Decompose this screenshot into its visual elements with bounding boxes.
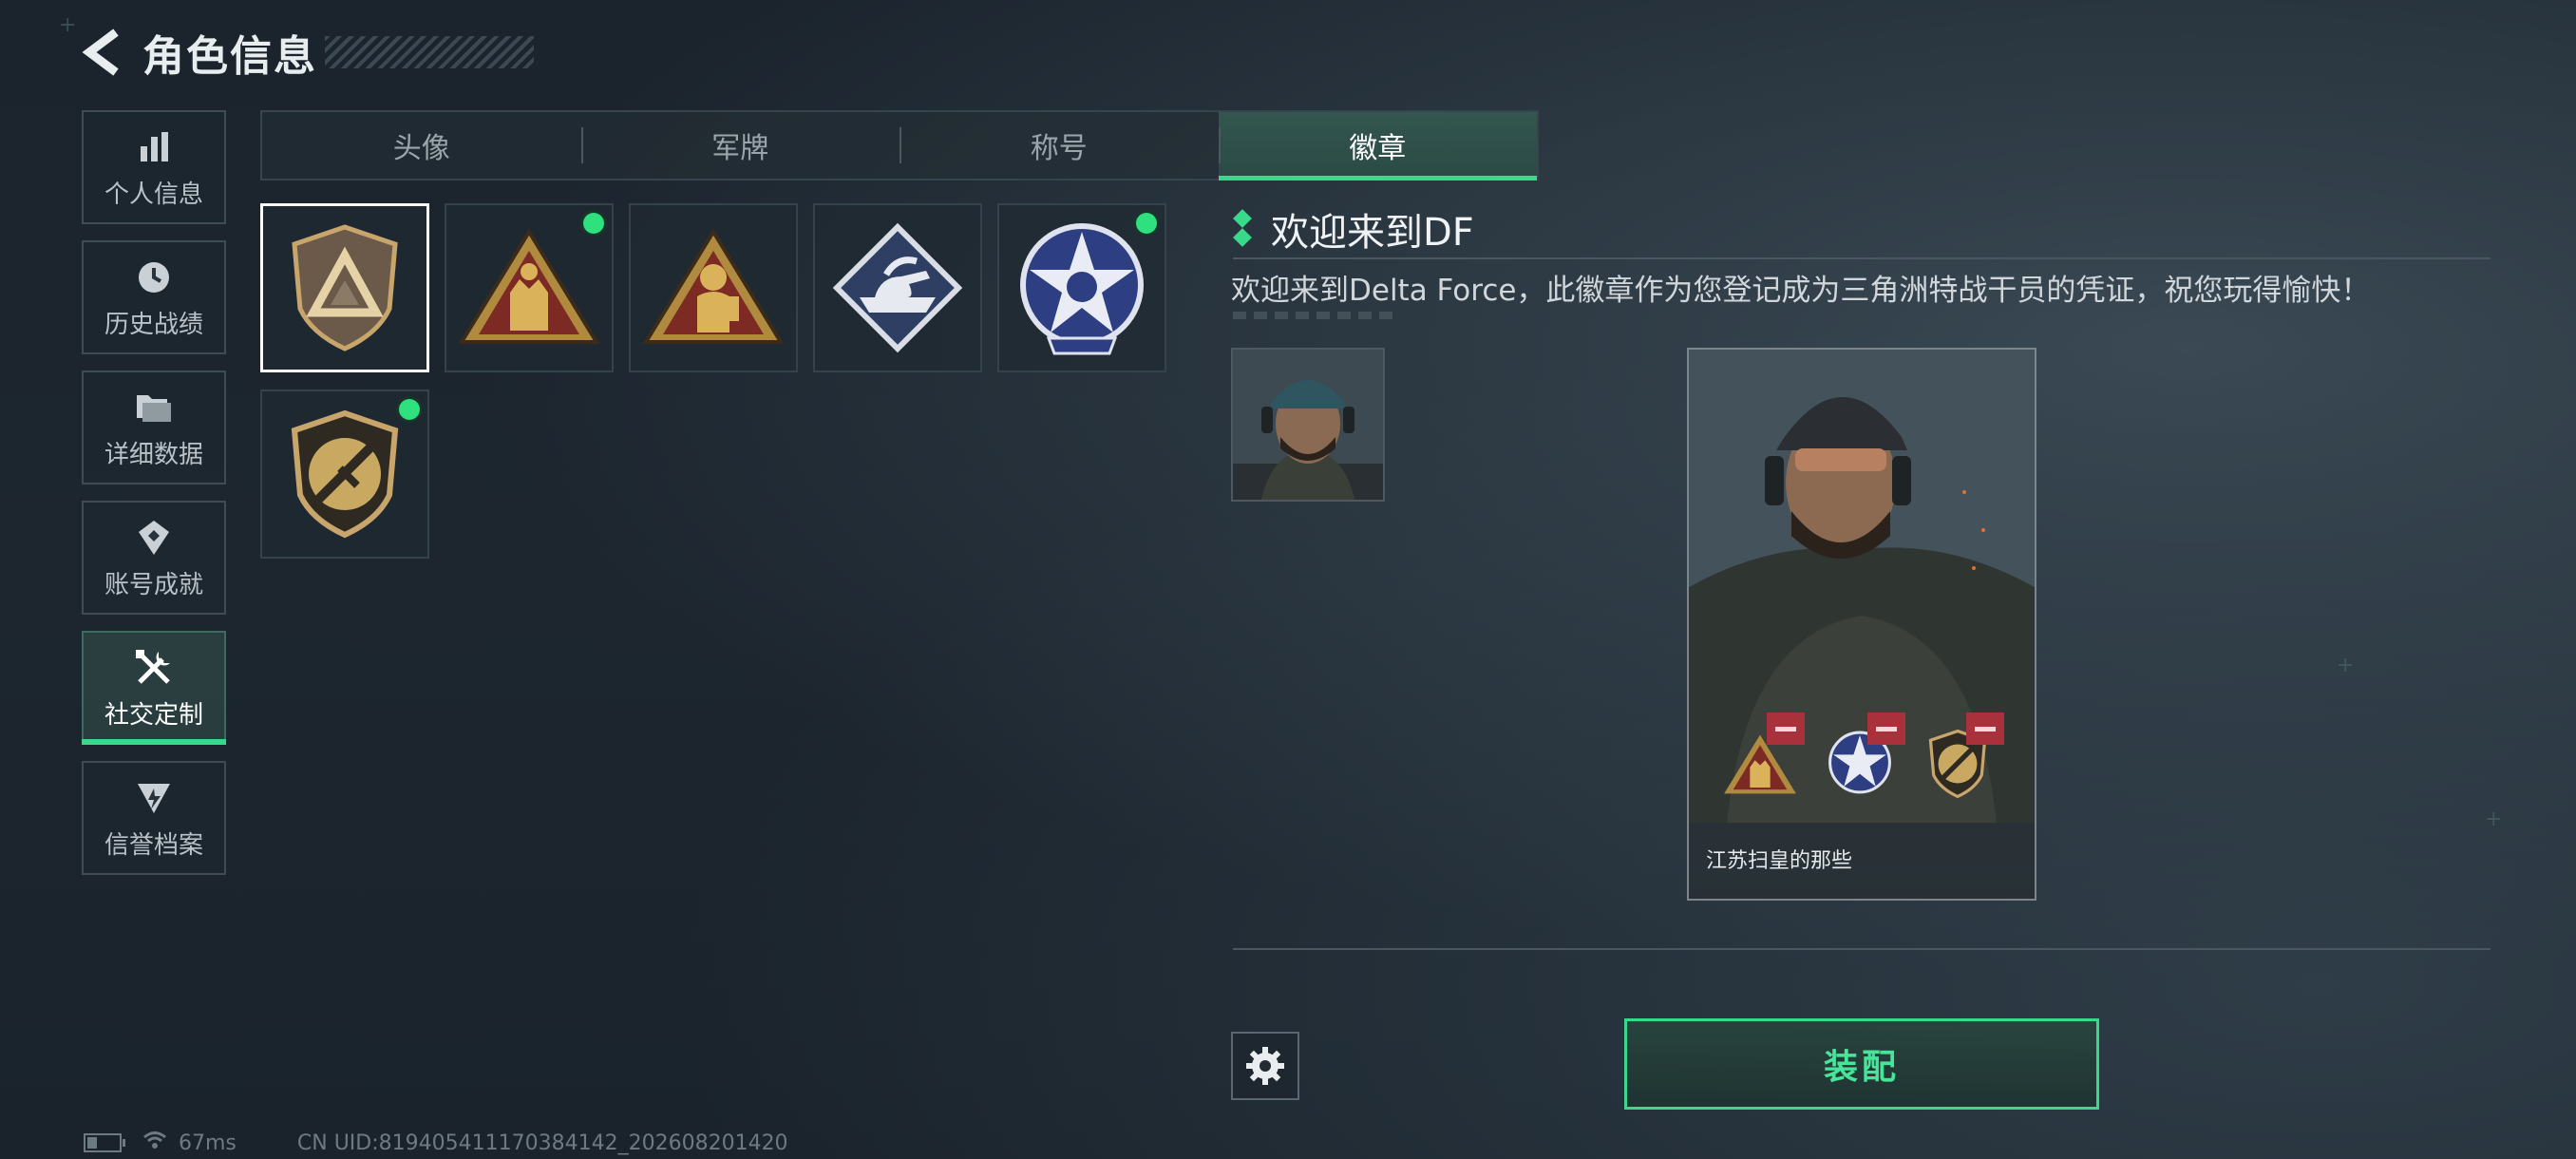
settings-button[interactable] (1231, 1032, 1299, 1100)
diver-triangle-badge-icon (642, 228, 785, 344)
sidebar-item-detailed-data[interactable]: 详细数据 (82, 370, 226, 484)
tab-dog-tag[interactable]: 军牌 (580, 112, 900, 179)
badge-detail-title: 欢迎来到DF (1271, 211, 1474, 255)
soldiers-triangle-badge-icon (458, 228, 600, 344)
achievement-icon (132, 516, 176, 560)
tab-title[interactable]: 称号 (900, 112, 1219, 179)
operator-avatar-thumbnail[interactable] (1231, 348, 1385, 502)
badge-item[interactable] (445, 203, 614, 372)
wifi-icon (142, 1130, 167, 1155)
new-indicator-dot (1136, 213, 1157, 234)
sidebar-item-credit-record[interactable]: 信誉档案 (82, 761, 226, 875)
badge-item[interactable] (629, 203, 798, 372)
star-skull-badge-icon (1020, 223, 1144, 355)
new-indicator-dot (399, 399, 420, 420)
back-arrow-icon[interactable] (82, 28, 123, 76)
remove-badge-button[interactable] (1966, 712, 2004, 745)
clock-icon (132, 256, 176, 299)
equip-button[interactable]: 装配 (1624, 1018, 2099, 1110)
operator-portrait-icon (1233, 350, 1383, 500)
shield-arrow-icon (132, 776, 176, 820)
grid-cross-decoration: + (59, 13, 77, 37)
page-header: 角色信息 (82, 25, 534, 81)
new-indicator-dot (583, 213, 604, 234)
delta-triangle-badge-icon (292, 224, 398, 352)
tools-icon (132, 646, 176, 690)
sidebar-item-label: 个人信息 (104, 180, 203, 209)
badge-detail-header: 欢迎来到DF (1233, 201, 1474, 256)
sidebar-item-achievements[interactable]: 账号成就 (82, 501, 226, 615)
player-nickname: 江苏扫皇的那些 (1706, 849, 1853, 873)
grid-cross-decoration: + (2485, 808, 2503, 831)
dashed-decoration (1233, 312, 1392, 319)
divider (1233, 948, 2491, 950)
operator-card: 江苏扫皇的那些 (1687, 348, 2036, 901)
knife-shield-badge-icon (291, 409, 399, 539)
sidebar-item-label: 信誉档案 (104, 830, 203, 860)
battery-icon (84, 1133, 125, 1152)
ping-value: 67ms (179, 1130, 237, 1155)
diamond-marker-icon (1233, 209, 1252, 248)
tank-diamond-badge-icon (832, 222, 963, 353)
sidebar-item-match-history[interactable]: 历史战绩 (82, 240, 226, 354)
sidebar-item-social-customization[interactable]: 社交定制 (82, 631, 226, 745)
remove-badge-button[interactable] (1867, 712, 1905, 745)
badge-item[interactable] (260, 203, 429, 372)
badge-item[interactable] (813, 203, 982, 372)
sidebar: 个人信息 历史战绩 详细数据 账号成就 社交定制 信誉档案 (82, 110, 228, 891)
sidebar-item-label: 历史战绩 (104, 310, 203, 339)
grid-cross-decoration: + (2337, 654, 2355, 677)
user-uid: CN UID:819405411170384142_202608201420 (296, 1130, 788, 1155)
sidebar-item-label: 社交定制 (104, 700, 203, 730)
status-bar: 67ms CN UID:819405411170384142_202608201… (84, 1130, 788, 1155)
sidebar-item-label: 账号成就 (104, 570, 203, 599)
sidebar-item-label: 详细数据 (104, 440, 203, 469)
equipped-badge-slot[interactable] (1917, 712, 2004, 804)
gear-icon (1246, 1047, 1284, 1085)
bar-chart-icon (132, 125, 176, 169)
remove-badge-button[interactable] (1767, 712, 1805, 745)
folder-icon (132, 386, 176, 429)
page-title: 角色信息 (142, 32, 317, 81)
title-stripes-decoration (325, 36, 534, 68)
badge-detail-description: 欢迎来到Delta Force，此徽章作为您登记成为三角洲特战干员的凭证，祝您玩… (1231, 274, 2371, 308)
sidebar-item-personal-info[interactable]: 个人信息 (82, 110, 226, 224)
badge-item[interactable] (997, 203, 1166, 372)
equipped-badge-slot[interactable] (1717, 712, 1805, 804)
tab-badge[interactable]: 徽章 (1218, 112, 1537, 180)
equipped-badge-slot[interactable] (1818, 712, 1905, 804)
tab-avatar[interactable]: 头像 (262, 112, 581, 179)
divider (1233, 257, 2491, 259)
badge-item[interactable] (260, 390, 429, 559)
category-tabs: 头像 军牌 称号 徽章 (260, 110, 1539, 180)
